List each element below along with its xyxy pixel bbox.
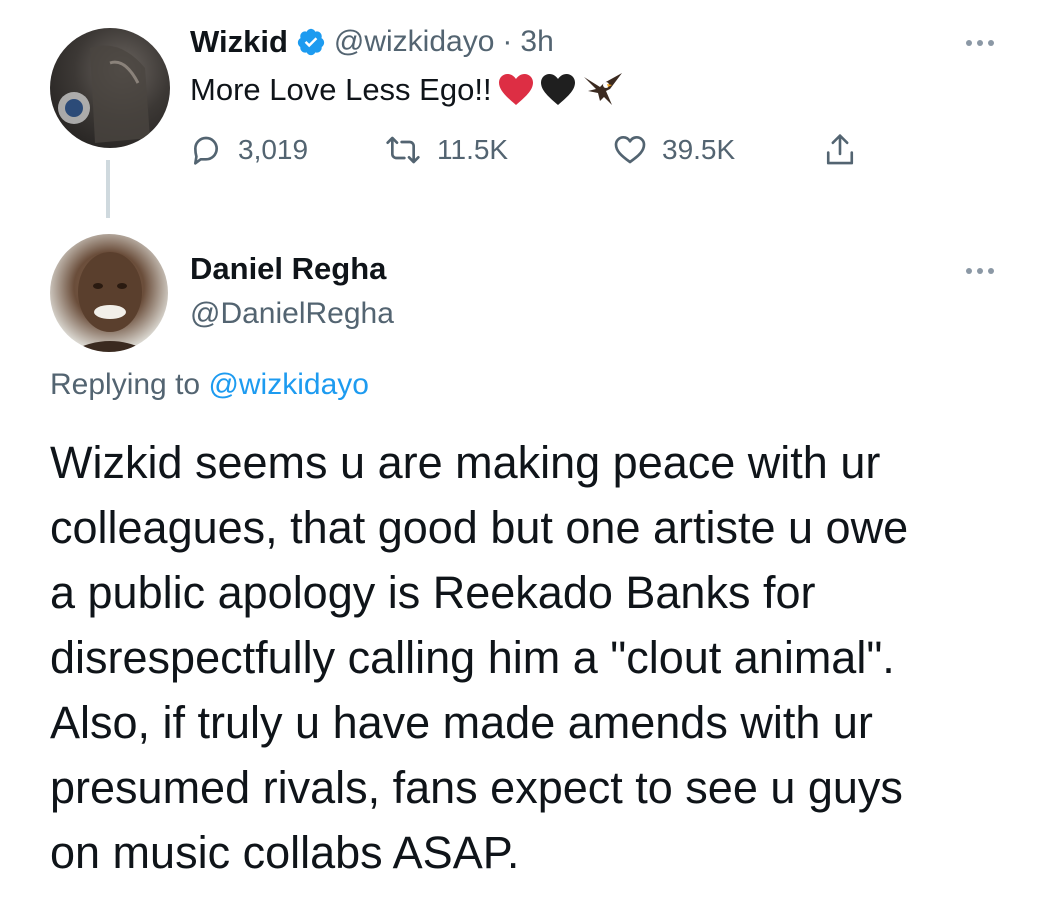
thread-connector-line [106, 160, 110, 218]
reply-text-line: colleagues, that good but one artiste u … [50, 502, 909, 553]
reply-text: Wizkid seems u are making peace with ur … [50, 430, 1025, 885]
replying-to-line: Replying to @wizkidayo [50, 368, 369, 402]
eagle-icon [583, 73, 622, 105]
retweet-button[interactable]: 11.5K [385, 128, 508, 172]
more-options-icon[interactable] [966, 40, 994, 46]
reply-text-line: a public apology is Reekado Banks for [50, 567, 816, 618]
author-handle[interactable]: @DanielRegha [190, 297, 394, 331]
reply-button[interactable]: 3,019 [190, 128, 308, 172]
retweet-count: 11.5K [437, 134, 509, 165]
replying-to-label: Replying to [50, 368, 201, 401]
red-heart-icon [498, 74, 533, 105]
black-heart-icon [540, 74, 575, 105]
like-button[interactable]: 39.5K [614, 128, 735, 172]
replying-to-mention[interactable]: @wizkidayo [208, 368, 369, 401]
avatar-photo-icon [58, 45, 150, 143]
reply-icon [194, 136, 218, 165]
author-name[interactable]: Wizkid [190, 24, 288, 60]
reply-text-line: on music collabs ASAP. [50, 827, 520, 878]
author-handle[interactable]: @wizkidayo [334, 25, 495, 59]
share-icon [826, 134, 854, 165]
more-options-icon[interactable] [966, 268, 994, 274]
tweet-header: Wizkid @wizkidayo · 3h [190, 20, 554, 64]
reply-text-line: Also, if truly u have made amends with u… [50, 697, 873, 748]
dot-separator: · [502, 25, 513, 58]
like-count: 39.5K [662, 134, 736, 165]
author-name[interactable]: Daniel Regha [190, 251, 386, 287]
reply-count: 3,019 [238, 134, 309, 165]
avatar-photo-icon [70, 252, 150, 352]
reply-text-line: Wizkid seems u are making peace with ur [50, 437, 881, 488]
heart-outline-icon [614, 136, 646, 164]
reply-text-line: disrespectfully calling him a "clout ani… [50, 632, 895, 683]
tweet-text: More Love Less Ego!! [190, 68, 624, 112]
verified-badge-icon [297, 28, 325, 56]
share-button[interactable] [824, 128, 856, 172]
reply-text-line: presumed rivals, fans expect to see u gu… [50, 762, 903, 813]
tweet-time[interactable]: 3h [520, 25, 553, 59]
daniel-regha-avatar[interactable] [50, 234, 168, 352]
retweet-icon [386, 136, 420, 164]
wizkid-avatar[interactable] [50, 28, 170, 148]
tweet-text-content: More Love Less Ego!! [190, 72, 492, 107]
